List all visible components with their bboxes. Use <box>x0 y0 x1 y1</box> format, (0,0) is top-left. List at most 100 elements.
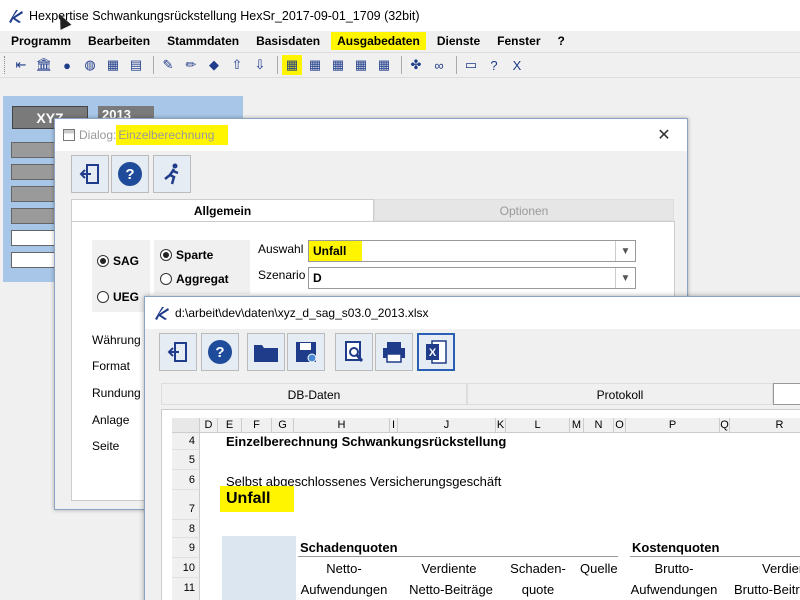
excel-viewer-window: d:\arbeit\dev\daten\xyz_d_sag_s03.0_2013… <box>144 296 800 600</box>
radio-group-level: Sparte Aggregat <box>154 240 250 294</box>
col-header[interactable]: R <box>730 418 800 433</box>
menu-help[interactable]: ? <box>552 32 571 50</box>
form-bar[interactable] <box>11 186 59 202</box>
radio-ueg[interactable]: UEG <box>97 290 139 304</box>
menu-ausgabedaten[interactable]: Ausgabedaten <box>331 32 426 50</box>
bank-icon[interactable]: 🏛 <box>34 55 54 75</box>
excel-icon: X <box>426 340 447 364</box>
search-document-icon <box>345 341 364 362</box>
form-bar[interactable] <box>11 208 59 224</box>
menu-bearbeiten[interactable]: Bearbeiten <box>82 32 156 50</box>
col-header[interactable]: P <box>626 418 720 433</box>
row-header[interactable]: 5 <box>172 450 200 470</box>
col-header[interactable]: H <box>294 418 390 433</box>
menu-dienste[interactable]: Dienste <box>431 32 486 50</box>
globe-icon[interactable]: ◍ <box>80 55 100 75</box>
app-window: Hexpertise Schwankungsrückstellung HexSr… <box>0 0 800 600</box>
form-bar[interactable] <box>11 142 59 158</box>
form-bar[interactable] <box>11 164 59 180</box>
col-header[interactable]: K <box>496 418 506 433</box>
menu-basisdaten[interactable]: Basisdaten <box>250 32 326 50</box>
printer-icon[interactable]: ▤ <box>126 55 146 75</box>
download-icon[interactable]: ⇩ <box>250 55 270 75</box>
grid-icon[interactable]: ▦ <box>374 55 394 75</box>
grid-icon[interactable]: ▦ <box>305 55 325 75</box>
help-button[interactable]: ? <box>111 155 149 193</box>
help-button[interactable]: ? <box>201 333 239 371</box>
col-header[interactable]: F <box>242 418 272 433</box>
col-header[interactable]: J <box>398 418 496 433</box>
row-header[interactable]: 10 <box>172 558 200 578</box>
col-brutto-aufw-line2: Aufwendungen <box>630 582 718 597</box>
toolbar-grip[interactable] <box>4 56 7 74</box>
grid-icon[interactable]: ▦ <box>351 55 371 75</box>
label-anlage: Anlage <box>92 413 130 427</box>
tab-db-daten[interactable]: DB-Daten <box>161 383 467 405</box>
radio-sag[interactable]: SAG <box>97 254 139 268</box>
close-icon[interactable]: ✕ <box>641 119 687 151</box>
col-header[interactable]: N <box>584 418 614 433</box>
col-header[interactable]: Q <box>720 418 730 433</box>
row-header[interactable]: 6 <box>172 470 200 490</box>
binoculars-icon[interactable]: ∞ <box>429 55 449 75</box>
tab-next[interactable] <box>773 383 800 405</box>
col-verd-brutto-line2: Brutto-Beitr <box>734 582 800 597</box>
corner-cell[interactable] <box>172 418 200 433</box>
tab-optionen[interactable]: Optionen <box>374 199 674 221</box>
puzzle-icon[interactable]: ✤ <box>406 55 426 75</box>
szenario-value: D <box>313 271 322 285</box>
col-header[interactable]: G <box>272 418 294 433</box>
radio-aggregat[interactable]: Aggregat <box>160 272 229 286</box>
users-icon[interactable]: ● <box>57 55 77 75</box>
dialog-title: Einzelberechnung <box>116 125 229 145</box>
grid-icon[interactable]: ▦ <box>328 55 348 75</box>
print-button[interactable] <box>375 333 413 371</box>
edit-form-icon[interactable]: ✎ <box>158 55 178 75</box>
help-icon[interactable]: ? <box>484 55 504 75</box>
upload-icon[interactable]: ⇧ <box>227 55 247 75</box>
sheet-sparte: Unfall <box>220 486 295 512</box>
row-header[interactable]: 4 <box>172 433 200 450</box>
shaded-column-area <box>222 536 296 600</box>
eraser-icon[interactable]: ◆ <box>204 55 224 75</box>
excel-icon[interactable]: X <box>507 55 527 75</box>
col-header[interactable]: E <box>218 418 242 433</box>
save-button[interactable] <box>287 333 325 371</box>
folder-icon <box>254 345 278 362</box>
row-header[interactable]: 11 <box>172 578 200 600</box>
exit-button[interactable] <box>71 155 109 193</box>
row-header[interactable]: 9 <box>172 538 200 558</box>
open-folder-button[interactable] <box>247 333 285 371</box>
toolbar-separator <box>277 56 278 74</box>
tab-allgemein[interactable]: Allgemein <box>71 199 374 221</box>
menu-programm[interactable]: Programm <box>5 32 77 50</box>
export-excel-button[interactable]: X <box>417 333 455 371</box>
radio-dot <box>97 291 109 303</box>
menu-stammdaten[interactable]: Stammdaten <box>161 32 245 50</box>
exit-icon[interactable]: ⇤ <box>11 55 31 75</box>
menu-fenster[interactable]: Fenster <box>491 32 546 50</box>
col-header[interactable]: D <box>200 418 218 433</box>
pencil-icon[interactable]: ✏ <box>181 55 201 75</box>
col-header[interactable]: L <box>506 418 570 433</box>
row-header[interactable]: 8 <box>172 520 200 538</box>
grid-yellow-icon[interactable]: ▦ <box>282 55 302 75</box>
col-header[interactable]: M <box>570 418 584 433</box>
auswahl-select[interactable]: Unfall ▼ <box>308 240 636 262</box>
form-field[interactable] <box>11 230 59 246</box>
col-header[interactable]: O <box>614 418 626 433</box>
run-button[interactable] <box>153 155 191 193</box>
form-field[interactable] <box>11 252 59 268</box>
chevron-down-icon[interactable]: ▼ <box>615 268 635 288</box>
col-header[interactable]: I <box>390 418 398 433</box>
row-header[interactable]: 7 <box>172 490 200 520</box>
calculator-icon[interactable]: ▦ <box>103 55 123 75</box>
exit-button[interactable] <box>159 333 197 371</box>
preview-button[interactable] <box>335 333 373 371</box>
spreadsheet-view[interactable]: D E F G H I J K L M N O P Q R 4 5 6 7 8 … <box>161 409 800 600</box>
radio-sparte[interactable]: Sparte <box>160 248 213 262</box>
chevron-down-icon[interactable]: ▼ <box>615 241 635 261</box>
tab-protokoll[interactable]: Protokoll <box>467 383 773 405</box>
szenario-select[interactable]: D ▼ <box>308 267 636 289</box>
window-icon[interactable]: ▭ <box>461 55 481 75</box>
